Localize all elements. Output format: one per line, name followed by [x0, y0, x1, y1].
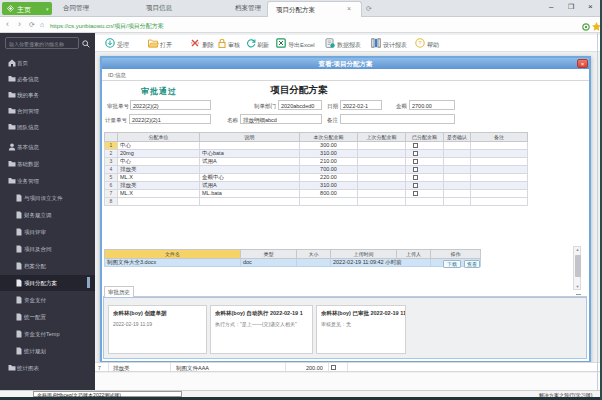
svg-text:?: ?	[418, 40, 422, 46]
